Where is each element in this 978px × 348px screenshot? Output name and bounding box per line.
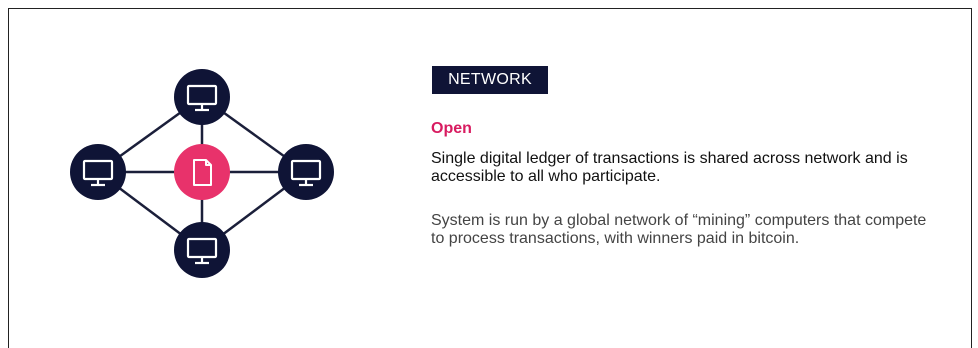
lead-paragraph: Single digital ledger of transactions is… [431, 150, 908, 185]
node-right [278, 144, 334, 200]
node-center-ledger [174, 144, 230, 200]
body-paragraph: System is run by a global network of “mi… [431, 212, 927, 247]
section-tag: NETWORK [432, 66, 548, 94]
node-top [174, 69, 230, 125]
section-heading: Open [431, 120, 472, 137]
node-left [70, 144, 126, 200]
node-bottom [174, 222, 230, 278]
